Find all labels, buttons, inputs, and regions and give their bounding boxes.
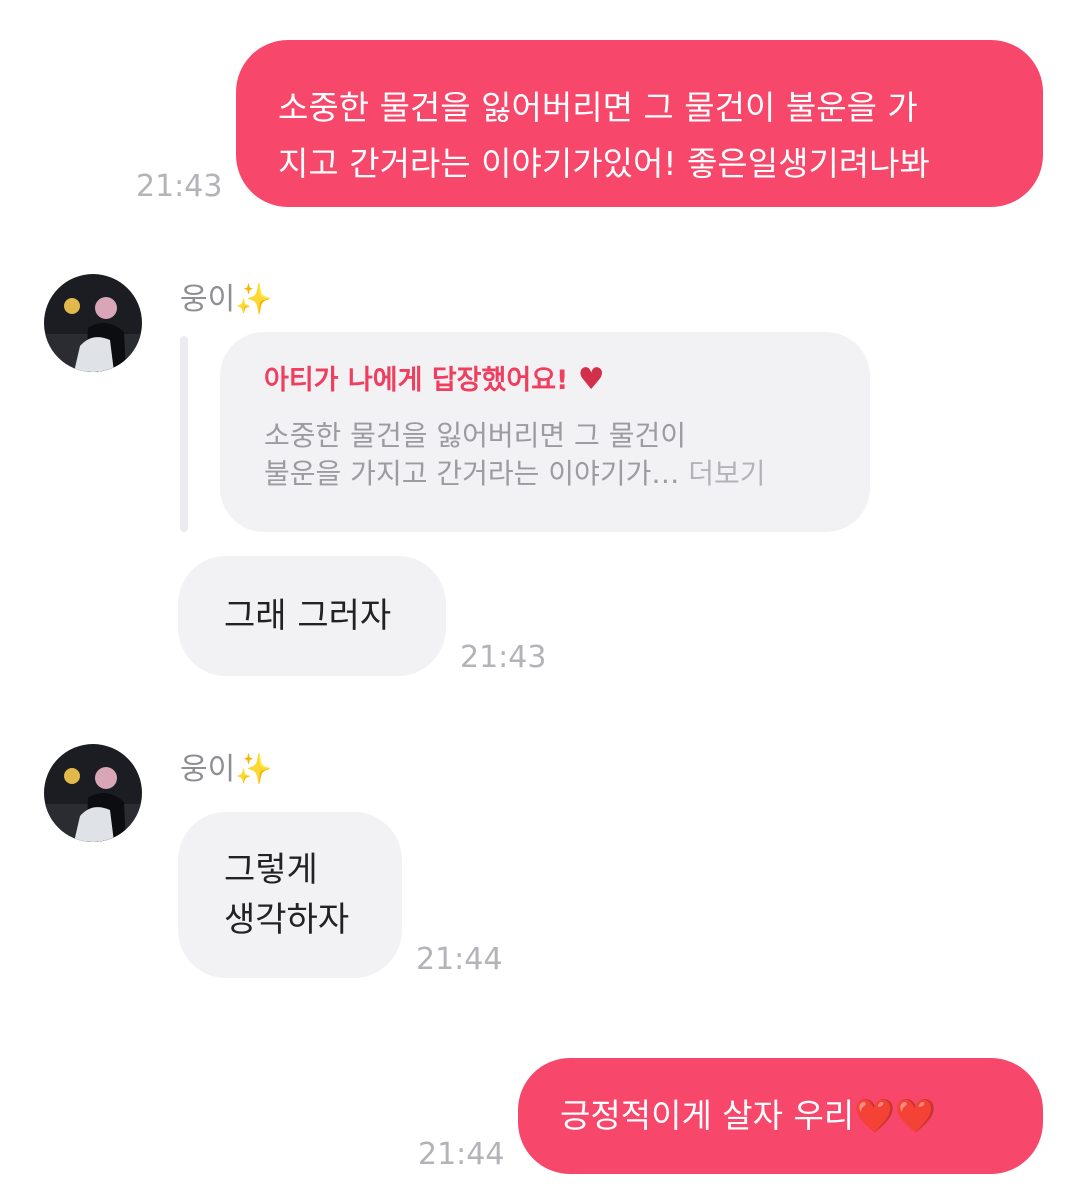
reply-line: 불운을 가지고 간거라는 이야기가… 더보기 <box>264 457 766 490</box>
sparkles-icon: ✨ <box>235 752 273 787</box>
incoming-message-bubble[interactable]: 그래 그러자 <box>178 556 446 676</box>
outgoing-message-bubble[interactable]: 긍정적이게 살자 우리❤️❤️ <box>518 1058 1043 1174</box>
message-timestamp: 21:44 <box>418 1137 505 1172</box>
message-line: 소중한 물건을 잃어버리면 그 물건이 불운을 가 <box>278 88 918 127</box>
profile-photo-icon <box>44 274 142 372</box>
sender-name: 웅이✨ <box>180 282 273 317</box>
profile-photo-icon <box>44 744 142 842</box>
message-timestamp: 21:44 <box>416 942 503 977</box>
message-timestamp: 21:43 <box>136 169 223 204</box>
heart-icon: ♥ <box>577 362 605 397</box>
reply-preview-card[interactable]: 아티가 나에게 답장했어요! ♥ 소중한 물건을 잃어버리면 그 물건이 불운을… <box>220 332 870 532</box>
see-more-link[interactable]: 더보기 <box>688 457 765 490</box>
avatar[interactable] <box>44 274 142 372</box>
reply-quoted-text: 소중한 물건을 잃어버리면 그 물건이 불운을 가지고 간거라는 이야기가… 더… <box>264 417 826 493</box>
avatar[interactable] <box>44 744 142 842</box>
incoming-message-bubble[interactable]: 그렇게 생각하자 <box>178 812 402 978</box>
outgoing-message-bubble[interactable]: 소중한 물건을 잃어버리면 그 물건이 불운을 가 지고 간거라는 이야기가있어… <box>236 40 1043 207</box>
reply-line: 소중한 물건을 잃어버리면 그 물건이 <box>264 419 687 452</box>
message-text: 긍정적이게 살자 우리 <box>560 1096 855 1135</box>
message-line: 그렇게 <box>224 850 318 890</box>
message-text: 그래 그러자 <box>224 596 392 636</box>
reply-title: 아티가 나에게 답장했어요! ♥ <box>264 362 605 397</box>
message-timestamp: 21:43 <box>460 640 547 675</box>
message-line: 생각하자 <box>224 900 350 940</box>
red-heart-icon: ❤️❤️ <box>854 1096 937 1135</box>
sparkles-icon: ✨ <box>235 282 273 317</box>
reply-indicator-bar <box>180 336 188 532</box>
sender-name: 웅이✨ <box>180 752 273 787</box>
message-line: 지고 간거라는 이야기가있어! 좋은일생기려나봐 <box>278 144 930 183</box>
